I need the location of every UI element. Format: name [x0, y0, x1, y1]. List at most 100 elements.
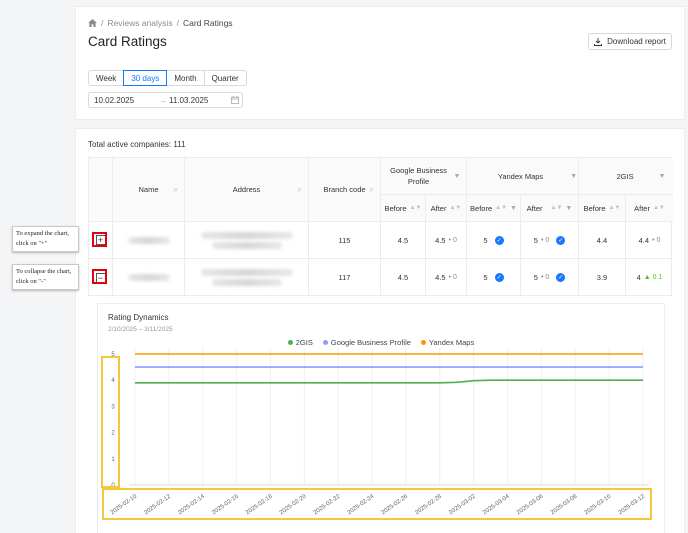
x-tick-label: 2025-03-04: [482, 493, 511, 516]
period-week[interactable]: Week: [88, 70, 125, 86]
y-tick-label: 1: [111, 457, 115, 463]
address-cell: [185, 222, 309, 259]
sort-icon[interactable]: ▲▼: [495, 205, 507, 211]
column-header-google-before[interactable]: Before ▲▼: [381, 195, 426, 222]
column-group-2gis: 2GIS ▼: [579, 158, 673, 195]
yandex-after-value: 5: [533, 235, 538, 245]
period-30-days[interactable]: 30 days: [123, 70, 168, 86]
sort-icon[interactable]: ▲▼: [449, 205, 461, 211]
period-quarter[interactable]: Quarter: [203, 70, 247, 86]
google-after-cell: 4.5 • 0: [426, 222, 467, 259]
gis-delta: • 0: [652, 236, 661, 244]
download-report-button[interactable]: Download report: [588, 33, 672, 50]
column-header-address-label: Address: [232, 185, 261, 194]
before-label: Before: [384, 203, 407, 213]
y-axis-highlight-box: [101, 356, 120, 488]
x-tick-label: 2025-02-20: [279, 493, 308, 516]
x-tick-label: 2025-02-10: [110, 493, 139, 516]
range-arrow-icon: →: [159, 96, 167, 105]
before-label: Before: [470, 203, 493, 213]
blurred-address: [200, 269, 293, 276]
collapse-instruction-note: To collapse the chart, click on "-": [12, 264, 79, 290]
yandex-before-cell: 5 ✓: [467, 259, 521, 296]
sort-icon[interactable]: ▲▼: [410, 205, 422, 211]
filter-icon[interactable]: ▼: [454, 173, 461, 180]
column-group-yandex-label: Yandex Maps: [497, 171, 544, 181]
gis-delta: ▲ 0.1: [643, 274, 663, 281]
column-header-google-after[interactable]: After ▲▼: [426, 195, 467, 222]
column-group-google-label: Google Business Profile: [390, 166, 447, 186]
x-tick-label: 2025-02-28: [414, 493, 443, 516]
breadcrumb: / Reviews analysis / Card Ratings: [88, 18, 233, 28]
yandex-delta: • 0: [540, 236, 550, 244]
gis-after-value: 4: [636, 273, 641, 282]
date-end[interactable]: 11.03.2025: [169, 96, 208, 105]
yandex-before-value: 5: [483, 273, 488, 282]
y-tick-label: 2: [111, 431, 115, 437]
x-tick-label: 2025-02-16: [211, 493, 240, 516]
period-month[interactable]: Month: [166, 70, 205, 86]
expand-instruction-note: To expand the chart, click on "+": [12, 226, 79, 252]
filter-icon[interactable]: ▼: [565, 205, 572, 212]
google-delta: • 0: [448, 274, 457, 281]
company-name-cell: [113, 259, 185, 296]
google-after-value: 4.5: [435, 273, 446, 282]
google-after-cell: 4.5 • 0: [426, 259, 467, 296]
column-header-yandex-before[interactable]: Before ▲▼ ▼: [467, 195, 521, 222]
sort-icon[interactable]: ▲▼: [653, 205, 665, 211]
yandex-after-value: 5: [533, 273, 538, 282]
ratings-table: Name ⌕ Address ⌕ Branch code ⌕ Google Bu…: [88, 157, 673, 296]
search-icon[interactable]: ⌕: [174, 185, 178, 195]
sort-icon[interactable]: ▲▼: [551, 205, 563, 211]
google-after-value: 4.5: [435, 235, 446, 245]
address-cell: [185, 259, 309, 296]
search-icon[interactable]: ⌕: [298, 185, 302, 195]
breadcrumb-separator: /: [176, 18, 179, 28]
x-tick-label: 2025-03-02: [448, 493, 477, 516]
x-tick-label: 2025-03-06: [516, 493, 545, 516]
after-label: After: [634, 203, 650, 213]
breadcrumb-parent[interactable]: Reviews analysis: [107, 18, 172, 28]
column-header-2gis-after[interactable]: After ▲▼: [626, 195, 673, 222]
blurred-name: [127, 236, 170, 244]
breadcrumb-current: Card Ratings: [182, 18, 233, 28]
x-tick-label: 2025-02-18: [245, 493, 274, 516]
verified-check-icon: ✓: [556, 235, 566, 245]
calendar-icon: [231, 96, 239, 104]
download-icon: [594, 37, 603, 46]
x-tick-label: 2025-03-10: [584, 493, 613, 516]
verified-check-icon: ✓: [494, 235, 504, 245]
series-line-2gis: [135, 379, 643, 384]
column-group-yandex: Yandex Maps ▼: [467, 158, 579, 195]
filter-icon[interactable]: ▼: [659, 173, 666, 180]
blurred-address: [200, 231, 293, 239]
after-label: After: [430, 203, 447, 213]
filter-icon[interactable]: ▼: [570, 173, 577, 180]
home-icon[interactable]: [88, 19, 97, 27]
verified-check-icon: ✓: [556, 273, 566, 282]
google-delta: • 0: [448, 236, 457, 244]
yandex-after-cell: 5 • 0 ✓: [521, 259, 579, 296]
x-tick-label: 2025-02-22: [313, 493, 342, 516]
column-header-yandex-after[interactable]: After ▲▼ ▼: [521, 195, 579, 222]
gis-before-cell: 4.4: [579, 222, 626, 259]
branch-code-cell: 117: [309, 259, 381, 296]
filter-icon[interactable]: ▼: [510, 205, 517, 212]
column-header-address[interactable]: Address ⌕: [185, 158, 309, 222]
column-header-2gis-before[interactable]: Before ▲▼: [579, 195, 626, 222]
blurred-address: [211, 241, 282, 249]
download-report-label: Download report: [607, 37, 666, 46]
sort-icon[interactable]: ▲▼: [609, 205, 621, 211]
x-tick-label: 2025-02-14: [177, 493, 206, 516]
date-range-picker[interactable]: 10.02.2025 → 11.03.2025: [88, 92, 243, 108]
page-title: Card Ratings: [88, 34, 167, 49]
column-header-name[interactable]: Name ⌕: [113, 158, 185, 222]
period-selector: Week 30 days Month Quarter: [88, 70, 247, 86]
google-before-cell: 4.5: [381, 259, 426, 296]
y-tick-label: 4: [111, 378, 115, 384]
yandex-before-cell: 5 ✓: [467, 222, 521, 259]
date-start[interactable]: 10.02.2025: [94, 96, 134, 105]
header-card: / Reviews analysis / Card Ratings Card R…: [75, 6, 685, 120]
column-header-branch-code[interactable]: Branch code ⌕: [309, 158, 381, 222]
search-icon[interactable]: ⌕: [370, 185, 374, 195]
